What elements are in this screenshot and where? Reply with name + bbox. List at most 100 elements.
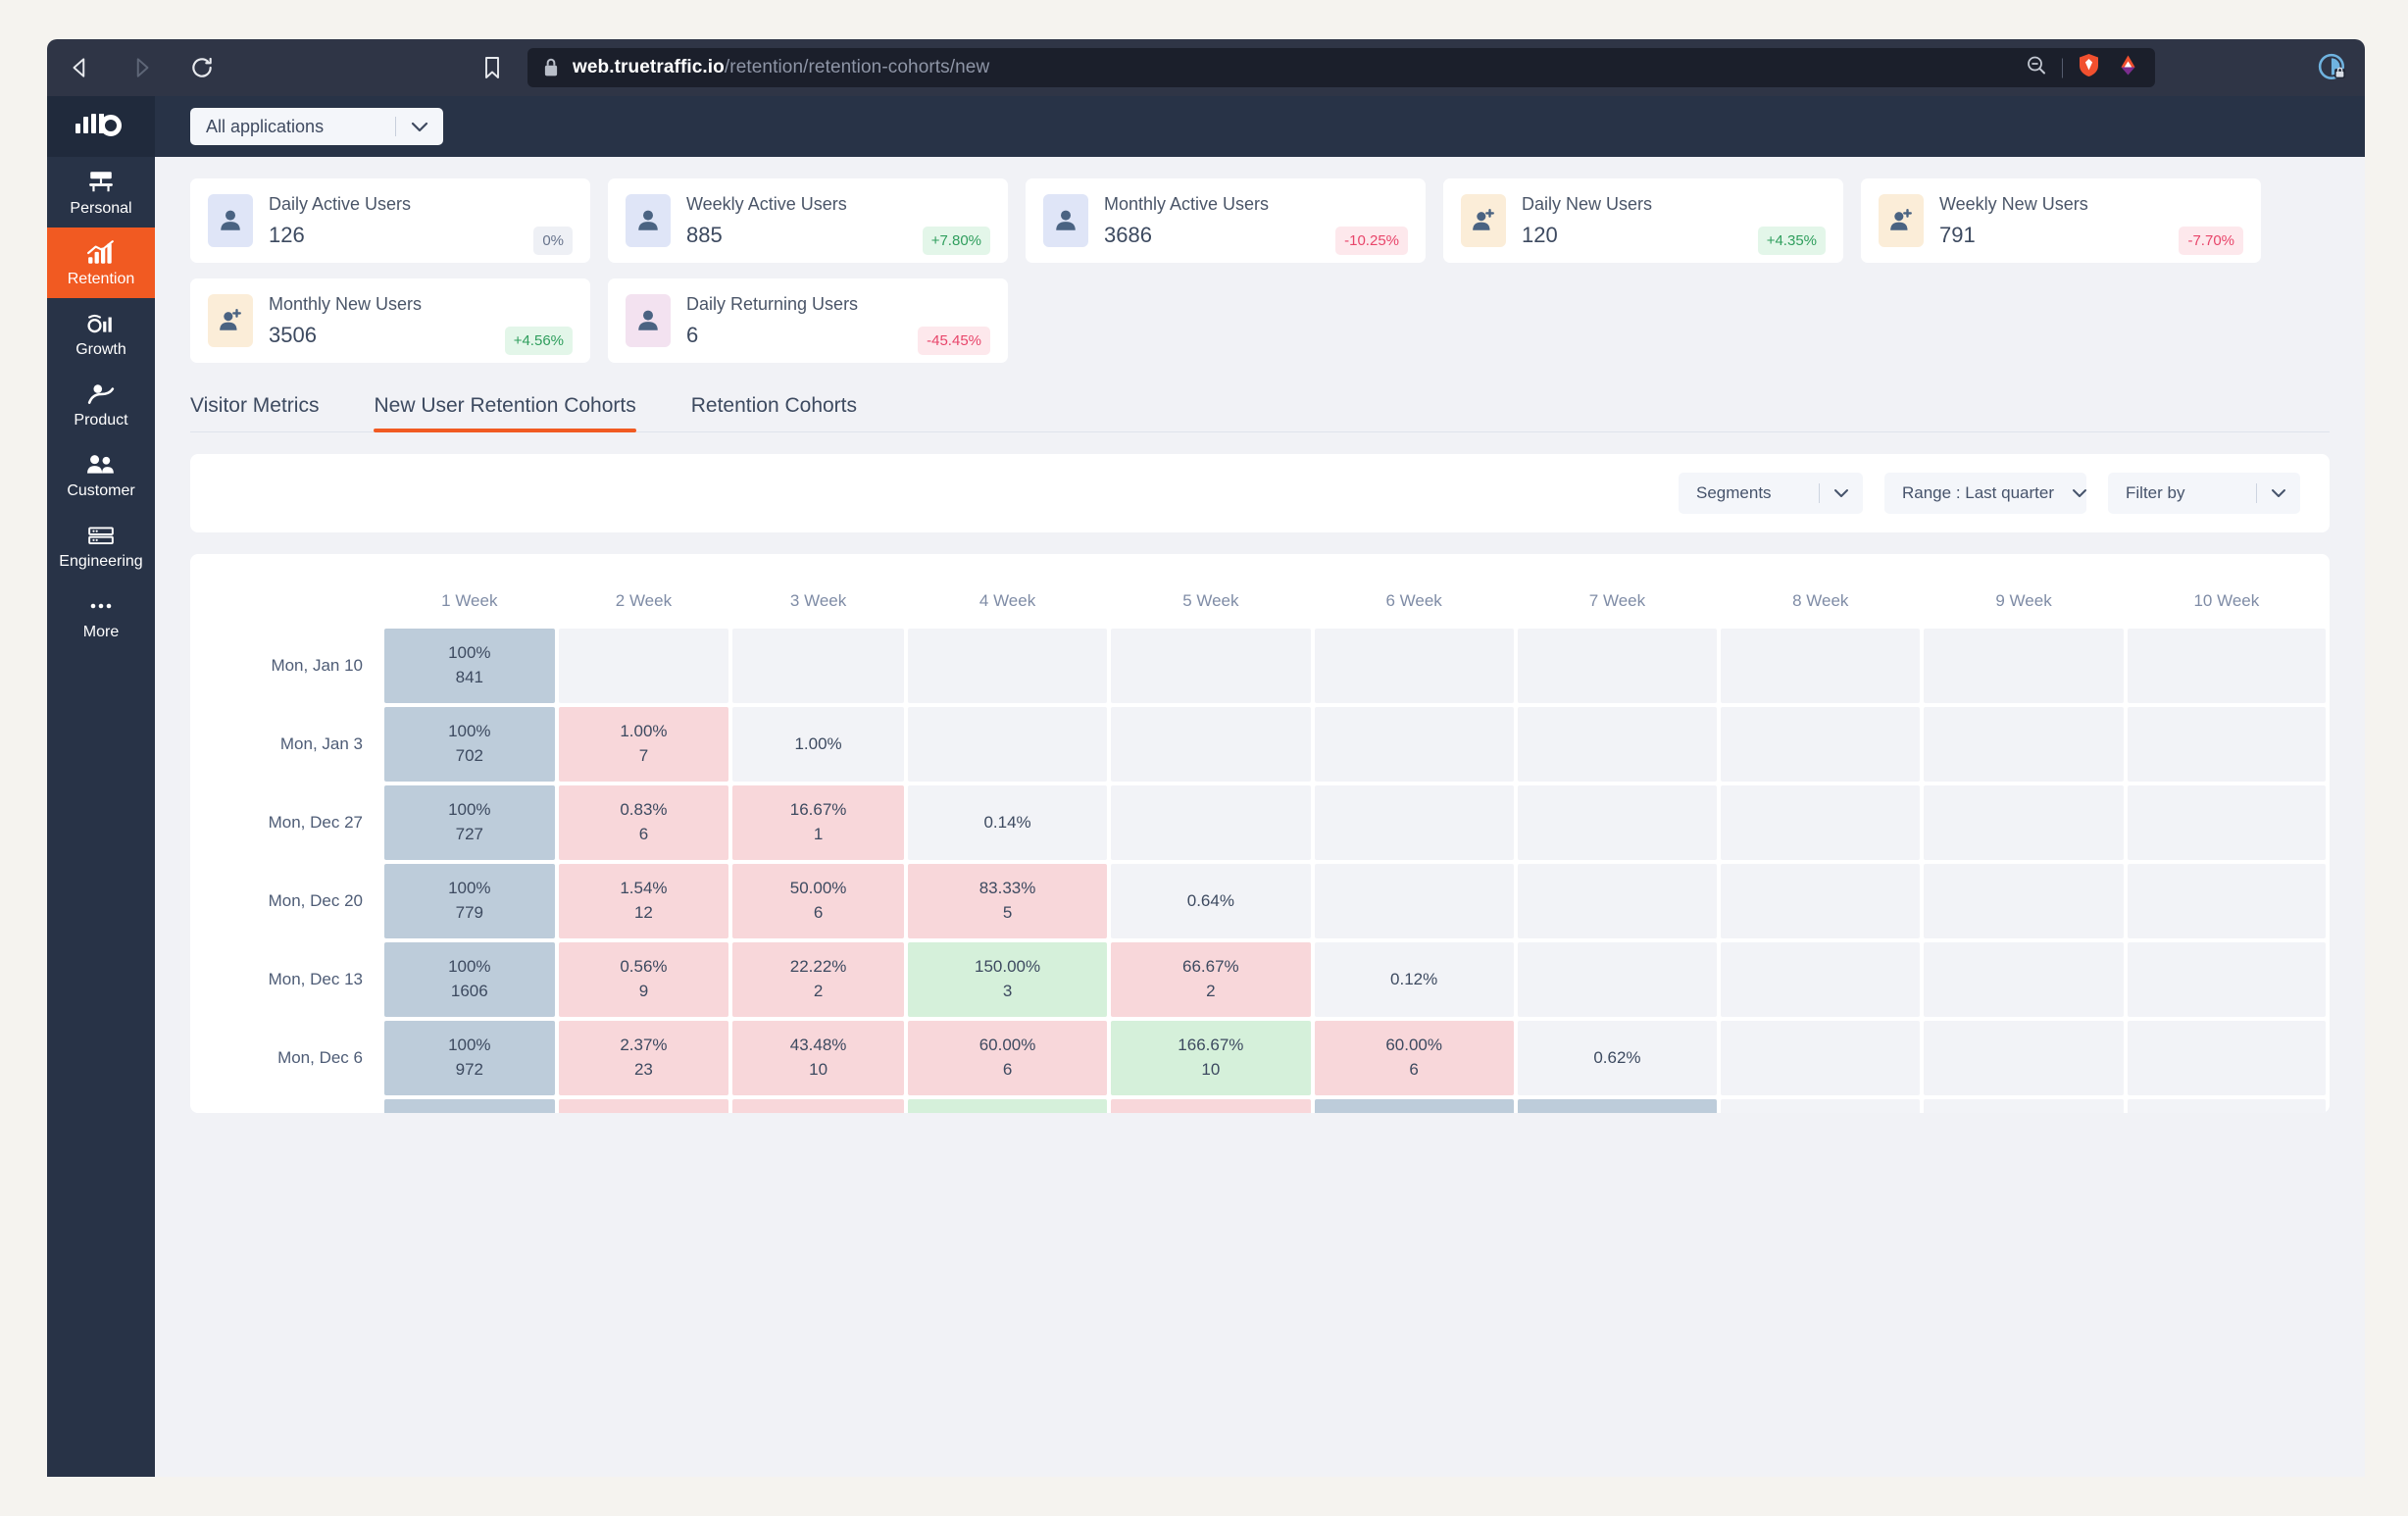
cohort-cell[interactable]: 25.00%1: [1111, 1099, 1311, 1113]
cohort-cell[interactable]: [1314, 785, 1514, 860]
chevron-down-icon[interactable]: [396, 122, 443, 132]
forward-arrow-icon[interactable]: [127, 54, 155, 81]
reload-icon[interactable]: [188, 54, 216, 81]
cohort-cell[interactable]: [1517, 707, 1718, 782]
cohort-cell[interactable]: 1.54% 12: [558, 864, 729, 938]
cohort-cell[interactable]: 1.17%7: [558, 1099, 729, 1113]
cohort-cell[interactable]: [1111, 629, 1311, 703]
cohort-cell[interactable]: 1.00%: [732, 707, 904, 782]
cohort-cell[interactable]: 0.56% 9: [558, 942, 729, 1017]
cohort-cell[interactable]: [1314, 629, 1514, 703]
cohort-cell[interactable]: [1924, 864, 2124, 938]
cohort-cell[interactable]: [732, 629, 904, 703]
cohort-cell[interactable]: [907, 629, 1108, 703]
cohort-cell[interactable]: 0.17%: [1721, 1099, 1921, 1113]
cohort-cell[interactable]: 0.12%: [1314, 942, 1514, 1017]
cohort-cell[interactable]: [1721, 785, 1921, 860]
cohort-cell[interactable]: [2127, 707, 2326, 782]
cohort-cell[interactable]: 1.00% 7: [558, 707, 729, 782]
cohort-cell[interactable]: [1517, 942, 1718, 1017]
cohort-cell[interactable]: [1111, 785, 1311, 860]
cohort-cell[interactable]: 0.64%: [1111, 864, 1311, 938]
tab-new-user-retention-cohorts[interactable]: New User Retention Cohorts: [346, 394, 663, 432]
kpi-card-weekly-new-users[interactable]: Weekly New Users 791 -7.70%: [1861, 178, 2261, 263]
sidebar-item-growth[interactable]: Growth: [47, 298, 155, 369]
cohort-cell[interactable]: [2127, 785, 2326, 860]
sidebar-item-retention[interactable]: Retention: [47, 227, 155, 298]
kpi-card-daily-new-users[interactable]: Daily New Users 120 +4.35%: [1443, 178, 1843, 263]
cohort-cell[interactable]: 0.14%: [907, 785, 1108, 860]
bookmark-icon[interactable]: [478, 54, 506, 81]
cohort-cell[interactable]: 50.00% 6: [732, 864, 904, 938]
cohort-cell[interactable]: 28.57%2: [732, 1099, 904, 1113]
cohort-cell[interactable]: [1517, 864, 1718, 938]
cohort-cell[interactable]: [2127, 629, 2326, 703]
cohort-cell[interactable]: [1721, 1021, 1921, 1095]
back-arrow-icon[interactable]: [67, 54, 94, 81]
sidebar-item-customer[interactable]: Customer: [47, 439, 155, 510]
sidebar-item-more[interactable]: More: [47, 581, 155, 651]
brave-rewards-icon[interactable]: [2115, 54, 2141, 82]
filter-by-dropdown[interactable]: Filter by: [2108, 473, 2300, 514]
cohort-cell[interactable]: [1924, 1021, 2124, 1095]
cohort-cell[interactable]: 200.00%4: [907, 1099, 1108, 1113]
sidebar-item-product[interactable]: Product: [47, 369, 155, 439]
cohort-cell[interactable]: [907, 707, 1108, 782]
range-dropdown[interactable]: Range : Last quarter: [1884, 473, 2086, 514]
cohort-cell[interactable]: [558, 629, 729, 703]
chevron-down-icon[interactable]: [2257, 488, 2300, 498]
cohort-cell[interactable]: 150.00% 3: [907, 942, 1108, 1017]
cohort-cell[interactable]: 100%596: [384, 1099, 555, 1113]
kpi-card-daily-active-users[interactable]: Daily Active Users 126 0%: [190, 178, 590, 263]
cohort-cell[interactable]: 0.83% 6: [558, 785, 729, 860]
cohort-cell[interactable]: [1314, 707, 1514, 782]
sidebar-item-engineering[interactable]: Engineering: [47, 510, 155, 581]
cohort-cell[interactable]: 100% 779: [384, 864, 555, 938]
cohort-cell[interactable]: 0.62%: [1517, 1021, 1718, 1095]
cohort-cell[interactable]: 166.67% 10: [1111, 1021, 1311, 1095]
chevron-down-icon[interactable]: [2072, 488, 2087, 498]
cohort-cell[interactable]: 22.22% 2: [732, 942, 904, 1017]
cohort-cell[interactable]: 100% 1606: [384, 942, 555, 1017]
cohort-cell[interactable]: 83.33% 5: [907, 864, 1108, 938]
cohort-cell[interactable]: 2.37% 23: [558, 1021, 729, 1095]
cohort-cell[interactable]: [1721, 629, 1921, 703]
truetraffic-logo[interactable]: [47, 96, 155, 157]
cohort-cell[interactable]: [2127, 864, 2326, 938]
chevron-down-icon[interactable]: [1820, 488, 1863, 498]
cohort-cell[interactable]: 100% 702: [384, 707, 555, 782]
cohort-cell[interactable]: [2127, 1099, 2326, 1113]
tab-retention-cohorts[interactable]: Retention Cohorts: [664, 394, 884, 431]
cohort-cell[interactable]: 100% 972: [384, 1021, 555, 1095]
cohort-cell[interactable]: 100% 727: [384, 785, 555, 860]
url-bar[interactable]: web.truetraffic.io/retention/retention-c…: [527, 48, 2155, 87]
kpi-card-daily-returning-users[interactable]: Daily Returning Users 6 -45.45%: [608, 278, 1008, 363]
tab-visitor-metrics[interactable]: Visitor Metrics: [190, 394, 346, 431]
cohort-cell[interactable]: [1111, 707, 1311, 782]
zoom-out-icon[interactable]: [2025, 54, 2048, 82]
cohort-cell[interactable]: [2127, 942, 2326, 1017]
kpi-card-monthly-active-users[interactable]: Monthly Active Users 3686 -10.25%: [1026, 178, 1426, 263]
cohort-cell[interactable]: 60.00% 6: [1314, 1021, 1514, 1095]
segments-dropdown[interactable]: Segments: [1679, 473, 1863, 514]
cohort-cell[interactable]: [2127, 1021, 2326, 1095]
cohort-cell[interactable]: 66.67% 2: [1111, 942, 1311, 1017]
application-select[interactable]: All applications: [190, 108, 443, 145]
cohort-cell[interactable]: [1721, 707, 1921, 782]
cohort-cell[interactable]: [1924, 707, 2124, 782]
cohort-cell[interactable]: 100.00%1: [1517, 1099, 1718, 1113]
cohort-cell[interactable]: 100% 841: [384, 629, 555, 703]
sidebar-item-personal[interactable]: Personal: [47, 157, 155, 227]
cohort-cell[interactable]: [1924, 785, 2124, 860]
cohort-cell[interactable]: [1924, 942, 2124, 1017]
cohort-cell[interactable]: [1517, 629, 1718, 703]
cohort-cell[interactable]: 60.00% 6: [907, 1021, 1108, 1095]
brave-shield-icon[interactable]: [2077, 53, 2101, 83]
cohort-cell[interactable]: [1517, 785, 1718, 860]
cohort-cell[interactable]: [1924, 1099, 2124, 1113]
cohort-cell[interactable]: 16.67% 1: [732, 785, 904, 860]
cohort-cell[interactable]: [1314, 864, 1514, 938]
cohort-cell[interactable]: [1924, 629, 2124, 703]
cohort-cell[interactable]: 43.48% 10: [732, 1021, 904, 1095]
profile-lock-icon[interactable]: [2318, 53, 2347, 82]
